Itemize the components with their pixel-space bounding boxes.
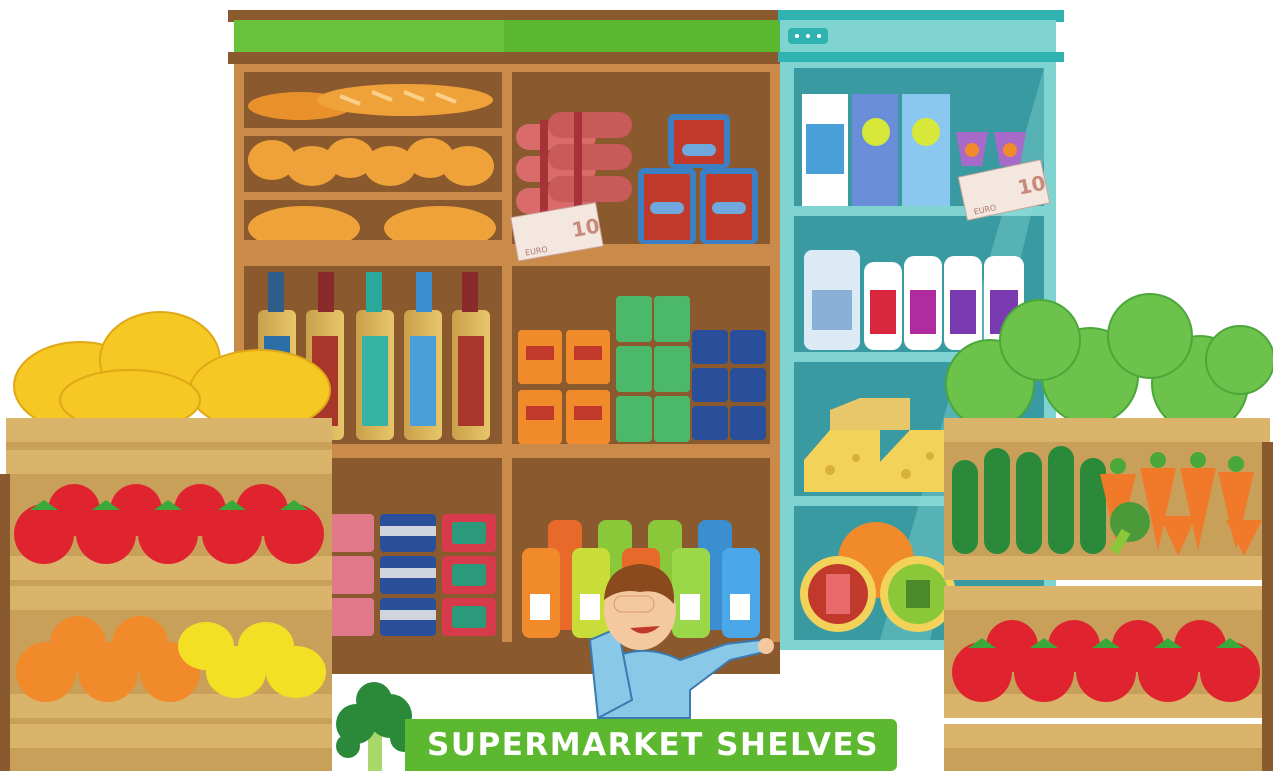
dairy-bottles <box>804 250 1024 350</box>
title-banner: SUPERMARKET SHELVES <box>405 719 897 771</box>
canned-goods <box>330 514 496 636</box>
svg-text:10: 10 <box>570 214 602 242</box>
page-title: SUPERMARKET SHELVES <box>427 727 880 763</box>
supermarket-scene: 10 EURO 10 EURO <box>0 10 1273 771</box>
left-crates <box>0 418 332 771</box>
